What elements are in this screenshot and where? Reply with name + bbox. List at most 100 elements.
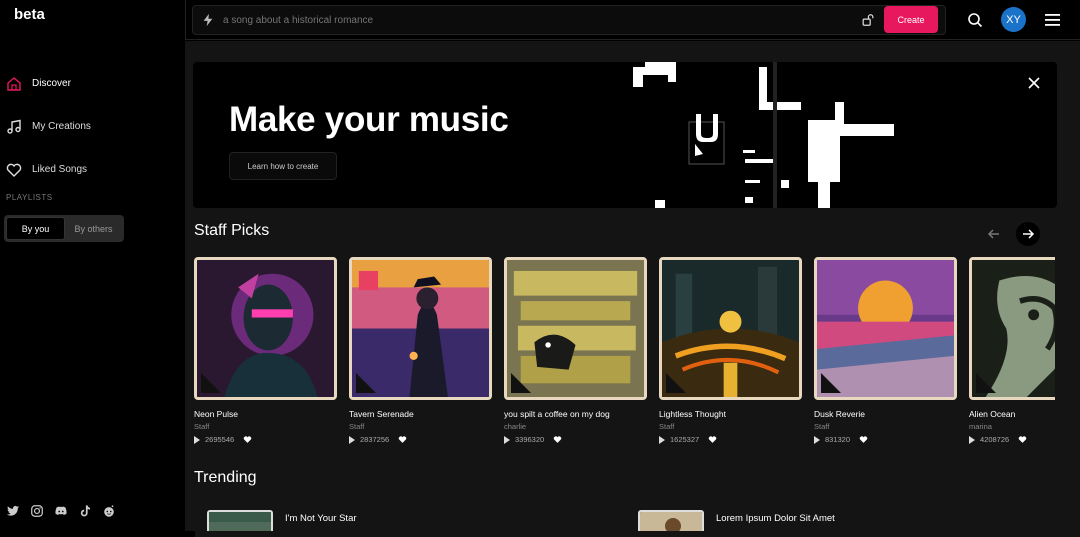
tiktok-icon[interactable] — [78, 504, 92, 518]
song-stats: 1625327 — [659, 435, 802, 444]
sidebar-item-liked-songs[interactable]: Liked Songs — [4, 148, 174, 191]
card-corner-mark — [356, 373, 376, 393]
trending-title: Trending — [194, 469, 257, 486]
heart-icon — [6, 163, 22, 177]
hamburger-menu-icon[interactable] — [1045, 13, 1060, 27]
instagram-icon[interactable] — [30, 504, 44, 518]
create-button[interactable]: Create — [884, 6, 938, 33]
song-cover[interactable] — [969, 257, 1055, 400]
prev-arrow-button[interactable] — [982, 222, 1006, 246]
song-title[interactable]: Dusk Reverie — [814, 409, 957, 419]
hero-title: Make your music — [229, 100, 509, 139]
play-count: 3396320 — [515, 435, 545, 444]
close-icon[interactable] — [1027, 76, 1041, 90]
reddit-icon[interactable] — [102, 504, 116, 518]
sidebar-item-label: My Creations — [32, 121, 91, 132]
social-links — [6, 504, 116, 518]
song-cover[interactable] — [504, 257, 647, 400]
trending-item[interactable]: Lorem Ipsum Dolor Sit Amet — [638, 510, 835, 531]
trending-song-title[interactable]: Lorem Ipsum Dolor Sit Amet — [716, 513, 835, 524]
song-card[interactable]: you spilt a coffee on my dog charlie 339… — [504, 257, 647, 444]
arrow-left-icon — [987, 229, 999, 239]
song-card[interactable]: Neon Pulse Staff 2695546 — [194, 257, 337, 444]
song-artist[interactable]: marina — [969, 422, 1055, 431]
song-artist[interactable]: Staff — [659, 422, 802, 431]
beta-badge: beta — [14, 6, 45, 23]
card-corner-mark — [821, 373, 841, 393]
song-title[interactable]: Tavern Serenade — [349, 409, 492, 419]
play-icon[interactable] — [969, 435, 975, 444]
song-artist[interactable]: Staff — [349, 422, 492, 431]
playlists-label: PLAYLISTS — [6, 193, 53, 202]
lightning-icon — [203, 13, 213, 27]
play-count: 4208726 — [980, 435, 1010, 444]
song-stats: 831320 — [814, 435, 957, 444]
play-icon[interactable] — [814, 435, 820, 444]
song-title[interactable]: Neon Pulse — [194, 409, 337, 419]
unlock-icon[interactable] — [861, 13, 875, 27]
song-cover[interactable] — [194, 257, 337, 400]
discord-icon[interactable] — [54, 504, 68, 518]
play-count: 2837256 — [360, 435, 390, 444]
heart-icon[interactable] — [708, 435, 717, 444]
twitter-icon[interactable] — [6, 504, 20, 518]
card-corner-mark — [666, 373, 686, 393]
sidebar-item-label: Liked Songs — [32, 164, 88, 175]
filter-by-you[interactable]: By you — [6, 217, 65, 240]
trending-cover[interactable] — [638, 510, 704, 531]
play-icon[interactable] — [504, 435, 510, 444]
play-icon[interactable] — [194, 435, 200, 444]
hero-pixel-art — [633, 62, 894, 208]
sidebar-item-my-creations[interactable]: My Creations — [4, 105, 174, 148]
next-arrow-button[interactable] — [1016, 222, 1040, 246]
filter-by-others[interactable]: By others — [65, 217, 122, 240]
search-icon[interactable] — [967, 12, 983, 28]
song-artist[interactable]: Staff — [194, 422, 337, 431]
trending-song-title[interactable]: I'm Not Your Star — [285, 513, 357, 524]
song-cover[interactable] — [814, 257, 957, 400]
song-title[interactable]: you spilt a coffee on my dog — [504, 409, 647, 419]
play-icon[interactable] — [659, 435, 665, 444]
song-card[interactable]: Alien Ocean marina 4208726 — [969, 257, 1055, 444]
prompt-input[interactable] — [223, 14, 823, 26]
music-note-icon — [7, 119, 21, 134]
card-corner-mark — [201, 373, 221, 393]
song-cover[interactable] — [349, 257, 492, 400]
heart-icon[interactable] — [553, 435, 562, 444]
udio-logo[interactable]: udio beta — [10, 6, 1080, 537]
cover-art — [640, 512, 702, 531]
staff-picks-carousel: Neon Pulse Staff 2695546 Tavern Serenade… — [194, 257, 1055, 457]
user-avatar[interactable]: XY — [1001, 7, 1026, 32]
song-card[interactable]: Tavern Serenade Staff 2837256 — [349, 257, 492, 444]
heart-icon[interactable] — [1018, 435, 1027, 444]
play-count: 831320 — [825, 435, 851, 444]
play-icon[interactable] — [349, 435, 355, 444]
sidebar-nav: Discover My Creations Liked Songs — [4, 62, 174, 191]
play-count: 2695546 — [205, 435, 235, 444]
heart-icon[interactable] — [398, 435, 407, 444]
play-count: 1625327 — [670, 435, 700, 444]
song-stats: 2695546 — [194, 435, 337, 444]
song-stats: 3396320 — [504, 435, 647, 444]
playlist-filter-toggle: By you By others — [4, 215, 124, 242]
song-card[interactable]: Dusk Reverie Staff 831320 — [814, 257, 957, 444]
main-content: Make your music Learn how to create Staf… — [185, 41, 1080, 531]
song-title[interactable]: Lightless Thought — [659, 409, 802, 419]
learn-how-to-create-button[interactable]: Learn how to create — [229, 152, 337, 180]
sidebar-item-discover[interactable]: Discover — [4, 62, 174, 105]
song-artist[interactable]: Staff — [814, 422, 957, 431]
heart-icon[interactable] — [859, 435, 868, 444]
hero-banner: Make your music Learn how to create — [193, 62, 1057, 208]
home-icon — [7, 76, 21, 91]
arrow-right-icon — [1023, 229, 1035, 239]
card-corner-mark — [976, 373, 996, 393]
song-artist[interactable]: charlie — [504, 422, 647, 431]
song-stats: 2837256 — [349, 435, 492, 444]
song-card[interactable]: Lightless Thought Staff 1625327 — [659, 257, 802, 444]
trending-cover[interactable] — [207, 510, 273, 531]
song-cover[interactable] — [659, 257, 802, 400]
song-title[interactable]: Alien Ocean — [969, 409, 1055, 419]
heart-icon[interactable] — [243, 435, 252, 444]
staff-picks-title: Staff Picks — [194, 222, 270, 239]
trending-item[interactable]: I'm Not Your Star — [207, 510, 357, 531]
